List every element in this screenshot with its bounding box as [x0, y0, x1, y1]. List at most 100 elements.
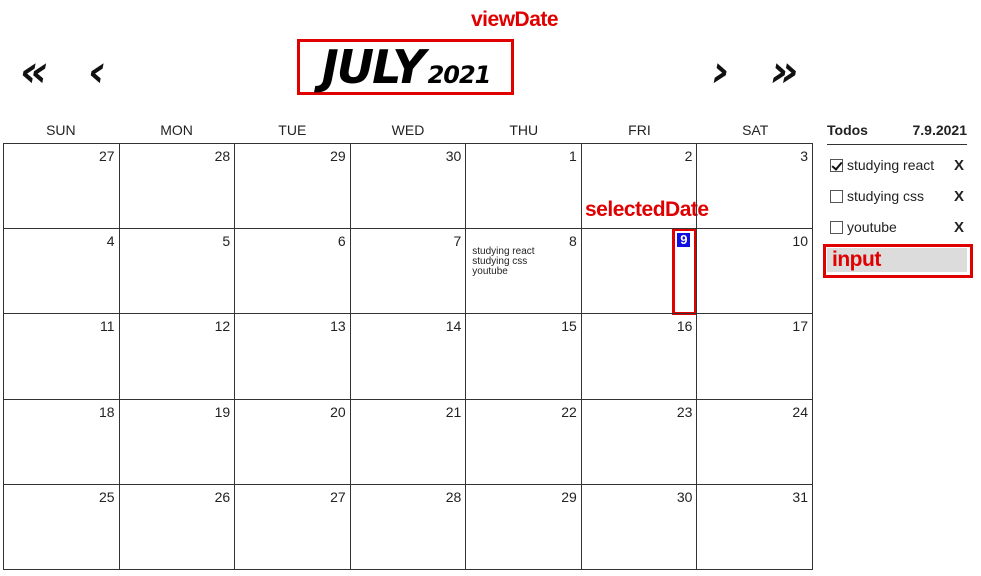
- calendar-day-cell[interactable]: 29: [235, 144, 351, 230]
- calendar-day-cell[interactable]: 24: [697, 399, 813, 485]
- calendar-day-cell[interactable]: 21: [350, 399, 467, 485]
- calendar-day-cell[interactable]: 25: [4, 484, 120, 570]
- calendar-day-cell[interactable]: 22: [466, 399, 582, 485]
- day-number: 24: [792, 403, 808, 420]
- weekday-label: WED: [391, 122, 425, 138]
- calendar-day-cell[interactable]: 16: [581, 314, 698, 400]
- calendar-day-cell[interactable]: 12: [119, 314, 236, 400]
- day-number: 18: [98, 403, 115, 420]
- day-number: 29: [561, 488, 577, 505]
- weekday-label: THU: [509, 122, 539, 138]
- day-number: 19: [214, 403, 231, 420]
- calendar-day-cell[interactable]: 10: [697, 229, 813, 315]
- month-label: JULY: [321, 40, 426, 94]
- todo-input[interactable]: [827, 248, 967, 272]
- calendar-day-cell[interactable]: 27: [235, 484, 351, 570]
- calendar-grid: 27 28 29 30 1 2 3 4 5 6 7 8 studying react studying c…: [3, 143, 813, 570]
- calendar-day-cell[interactable]: 23: [581, 399, 698, 485]
- todo-delete-button[interactable]: X: [954, 157, 968, 174]
- day-number: 21: [445, 403, 462, 420]
- calendar-day-cell[interactable]: 28: [119, 144, 236, 230]
- calendar-day-cell[interactable]: 13: [235, 314, 351, 400]
- calendar-day-cell[interactable]: 26: [119, 484, 236, 570]
- calendar-day-cell[interactable]: 17: [697, 314, 813, 400]
- calendar-day-cell[interactable]: 9: [581, 229, 698, 315]
- day-number: 30: [676, 488, 693, 505]
- weekday-label: MON: [160, 122, 193, 138]
- calendar-day-cell[interactable]: 30: [350, 144, 467, 230]
- calendar-day-cell[interactable]: 3: [697, 144, 813, 230]
- day-number: 14: [445, 318, 462, 335]
- day-number: 1: [569, 148, 577, 164]
- todo-checkbox[interactable]: [830, 158, 843, 172]
- calendar-day-cell[interactable]: 14: [350, 314, 467, 400]
- day-number: 15: [561, 318, 577, 335]
- calendar-day-cell[interactable]: 31: [697, 484, 813, 570]
- todo-delete-button[interactable]: X: [954, 219, 968, 236]
- day-number: 22: [561, 403, 577, 420]
- todo-item: studying css X: [830, 185, 968, 207]
- weekday-label: TUE: [278, 122, 307, 138]
- todo-item: studying react X: [830, 154, 968, 176]
- day-number: 3: [800, 148, 808, 164]
- day-number: 29: [330, 148, 346, 164]
- todo-item: youtube X: [830, 216, 968, 238]
- day-number: 8: [569, 233, 577, 250]
- day-number: 26: [214, 488, 231, 505]
- todo-checkbox[interactable]: [830, 189, 843, 203]
- viewdate-annotation: viewDate: [471, 8, 559, 31]
- todo-text: studying react: [847, 157, 935, 173]
- cell-todo-item: youtube: [472, 266, 508, 278]
- calendar-day-cell[interactable]: 30: [581, 484, 698, 570]
- weekday-label: SAT: [742, 122, 769, 138]
- calendar-day-cell[interactable]: 4: [4, 229, 120, 315]
- day-number: 27: [330, 488, 346, 505]
- day-number: 10: [792, 233, 808, 250]
- todo-text: youtube: [847, 219, 897, 235]
- cell-todo-list: studying react studying css youtube: [472, 247, 534, 277]
- day-number: 28: [445, 488, 462, 505]
- day-number: 25: [98, 488, 115, 505]
- todo-text: studying css: [847, 188, 925, 204]
- todos-title: Todos: [827, 122, 868, 138]
- day-number: 27: [98, 148, 115, 164]
- prev-year-button[interactable]: «: [20, 50, 49, 94]
- calendar-day-cell[interactable]: 27: [4, 144, 120, 230]
- weekday-label: FRI: [628, 122, 651, 138]
- calendar-day-cell[interactable]: 15: [466, 314, 582, 400]
- calendar-day-cell[interactable]: 29: [466, 484, 582, 570]
- calendar-day-cell[interactable]: 20: [235, 399, 351, 485]
- day-number: 4: [106, 233, 115, 250]
- calendar-day-cell[interactable]: 6: [235, 229, 351, 315]
- day-number: 7: [453, 233, 462, 250]
- day-number: 31: [792, 488, 808, 505]
- day-number: 6: [337, 233, 346, 250]
- calendar-day-cell[interactable]: 7: [350, 229, 467, 315]
- day-number: 5: [222, 233, 231, 250]
- prev-month-button[interactable]: ‹: [88, 50, 106, 94]
- day-number: 13: [330, 318, 346, 335]
- calendar-day-cell[interactable]: 1: [466, 144, 582, 230]
- calendar-day-cell[interactable]: 2: [581, 144, 698, 230]
- view-date-title: JULY 2021: [300, 42, 512, 92]
- day-number: 20: [330, 403, 346, 420]
- next-year-button[interactable]: »: [770, 50, 799, 94]
- calendar-day-cell[interactable]: 8 studying react studying css youtube: [466, 229, 582, 315]
- todo-checkbox[interactable]: [830, 220, 843, 234]
- calendar-day-cell[interactable]: 11: [4, 314, 120, 400]
- day-number: 12: [214, 318, 231, 335]
- calendar-day-cell[interactable]: 5: [119, 229, 236, 315]
- calendar-day-cell[interactable]: 19: [119, 399, 236, 485]
- year-label: 2021: [427, 61, 492, 89]
- day-number: 11: [100, 318, 115, 335]
- next-month-button[interactable]: ›: [712, 50, 730, 94]
- selected-day-number: 9: [677, 233, 691, 248]
- calendar-day-cell[interactable]: 18: [4, 399, 120, 485]
- day-number: 17: [792, 318, 808, 335]
- weekday-label: SUN: [46, 122, 76, 138]
- calendar-day-cell[interactable]: 28: [350, 484, 467, 570]
- day-number: 16: [676, 318, 693, 335]
- day-number: 28: [214, 148, 231, 164]
- day-number: 30: [445, 148, 462, 164]
- todo-delete-button[interactable]: X: [954, 188, 968, 205]
